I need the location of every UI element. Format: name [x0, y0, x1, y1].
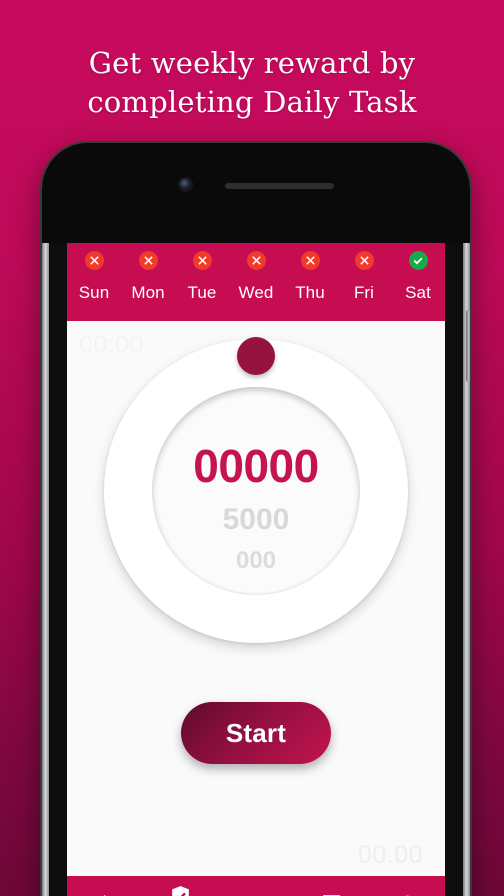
cross-icon [84, 251, 104, 270]
progress-ring[interactable]: 00000 5000 000 [104, 337, 408, 643]
phone-left-rail [42, 155, 49, 896]
nav-item-home[interactable] [67, 876, 143, 896]
nav-item-profile[interactable] [369, 876, 445, 896]
nav-item-tasks[interactable]: Tasks [143, 876, 219, 896]
front-camera-icon [180, 179, 191, 190]
headline-line-2: completing Daily Task [87, 85, 417, 119]
day-item-tue[interactable]: Tue [175, 251, 229, 303]
earpiece-speaker [225, 183, 334, 189]
day-label: Wed [238, 283, 274, 302]
cross-icon [354, 251, 374, 270]
bar-chart-icon [323, 895, 340, 896]
timer-values: 00000 5000 000 [152, 443, 360, 573]
cross-icon [192, 251, 212, 270]
home-icon [103, 895, 106, 896]
day-item-fri[interactable]: Fri [337, 251, 391, 303]
phone-mockup: Sun Mon Tue Wed Thu Fri Sat 00:00 00000 … [42, 143, 470, 896]
day-item-mon[interactable]: Mon [121, 251, 175, 303]
day-item-wed[interactable]: Wed [229, 251, 283, 303]
headline-line-1: Get weekly reward by [88, 46, 416, 80]
nav-item-stats[interactable] [294, 876, 370, 896]
phone-top-bezel [42, 143, 470, 243]
app-screen: Sun Mon Tue Wed Thu Fri Sat 00:00 00000 … [67, 243, 445, 896]
day-item-sun[interactable]: Sun [67, 251, 121, 303]
power-button[interactable] [466, 310, 470, 382]
person-icon [405, 895, 409, 896]
phone-right-rail [463, 155, 470, 896]
check-icon [408, 251, 428, 270]
fan-icon [243, 892, 268, 896]
ring-inner-face: 00000 5000 000 [152, 387, 360, 595]
day-item-thu[interactable]: Thu [283, 251, 337, 303]
day-label: Sun [78, 283, 110, 302]
timer-sub-value: 5000 [222, 503, 290, 536]
start-button[interactable]: Start [181, 702, 331, 764]
cross-icon [300, 251, 320, 270]
cross-icon [246, 251, 266, 270]
day-label: Sat [405, 283, 431, 302]
day-label: Tue [187, 283, 217, 302]
cross-icon [138, 251, 158, 270]
timer-sub-value-2: 000 [235, 547, 277, 574]
weekly-day-strip: Sun Mon Tue Wed Thu Fri Sat [67, 243, 445, 321]
ring-drag-handle[interactable] [237, 337, 275, 375]
day-label: Thu [295, 283, 325, 302]
day-label: Mon [131, 283, 165, 302]
remaining-time-label: 00.00 [357, 841, 423, 869]
bottom-navigation: Tasks [67, 876, 445, 896]
timer-main-value: 00000 [193, 440, 319, 492]
nav-item-fan[interactable] [218, 876, 294, 896]
shield-check-icon [172, 885, 189, 896]
timer-area: 00:00 00000 5000 000 Start 00.00 [67, 321, 445, 896]
day-label: Fri [353, 283, 375, 302]
day-item-sat[interactable]: Sat [391, 251, 445, 303]
promo-headline: Get weekly reward by completing Daily Ta… [0, 44, 504, 122]
